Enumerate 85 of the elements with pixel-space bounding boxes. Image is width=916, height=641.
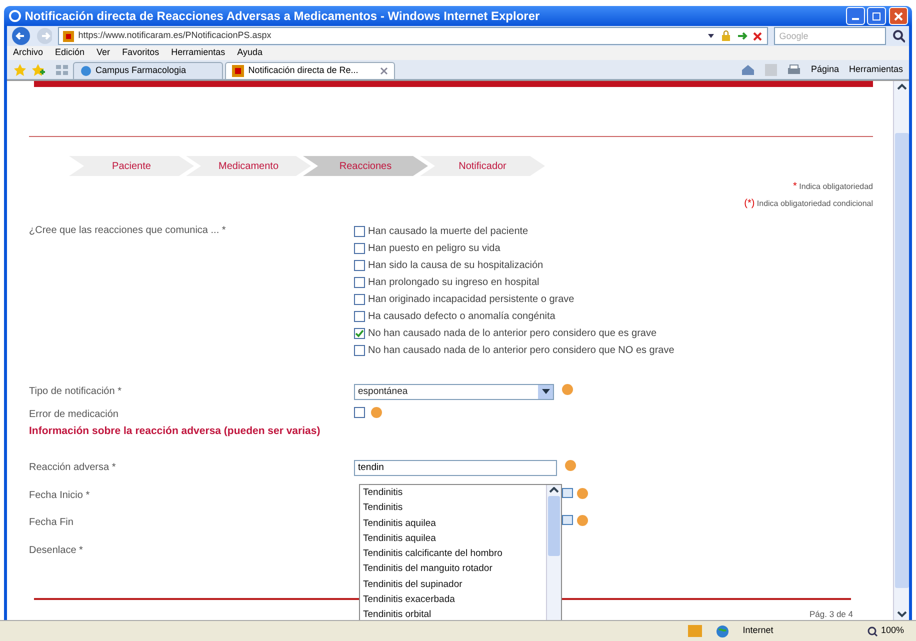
wizard-step[interactable]: Notificador <box>420 156 545 176</box>
scroll-up-icon[interactable] <box>549 487 559 493</box>
maximize-button[interactable] <box>867 7 886 25</box>
suggestion-item[interactable]: Tendinitis <box>360 485 546 500</box>
suggestion-item[interactable]: Tendinitis exacerbada <box>360 592 546 608</box>
command-menu[interactable]: Página <box>810 62 839 76</box>
dropdown-arrow-icon <box>542 389 550 395</box>
back-icon[interactable] <box>11 26 30 46</box>
wizard-step[interactable]: Paciente <box>69 156 194 176</box>
browser-icon <box>8 9 22 23</box>
suggestion-item[interactable]: Tendinitis aquilea <box>360 530 546 546</box>
field-label: Reacción adversa * <box>29 462 116 473</box>
scrollbar-thumb[interactable] <box>548 496 560 556</box>
window-title: Notificación directa de Reacciones Adversas a Medicamentos - Windows Internet Explorer <box>24 8 540 25</box>
option-label: Han prolongado su ingreso en hospital <box>368 276 540 290</box>
menu-item[interactable]: Archivo <box>13 46 44 60</box>
checkbox[interactable] <box>354 294 365 305</box>
minimize-icon <box>852 18 858 20</box>
wizard-step[interactable]: Reacciones <box>303 156 428 176</box>
home-icon[interactable] <box>740 64 755 76</box>
address-field[interactable]: https://www.notificaram.es/PNotificacionPS.aspx <box>58 27 768 45</box>
calendar-icon[interactable] <box>562 488 573 498</box>
suggestion-item[interactable]: Tendinitis del manguito rotador <box>360 561 546 577</box>
scrollbar-thumb[interactable] <box>894 133 908 588</box>
option-label: Ha causado defecto o anomalía congénita <box>368 310 556 324</box>
close-icon <box>894 12 903 20</box>
checkbox[interactable] <box>354 311 365 322</box>
suggestion-item[interactable]: Tendinitis calcificante del hombro <box>360 546 546 562</box>
option-label: No han causado nada de lo anterior pero considero que NO es grave <box>368 344 674 358</box>
reaction-input-field[interactable]: tendin <box>354 460 557 476</box>
browser-icon <box>80 65 92 77</box>
zone-label: Internet <box>742 624 774 638</box>
suggestion-item[interactable]: Tendinitis aquilea <box>360 516 546 531</box>
calendar-icon[interactable] <box>562 514 573 525</box>
globe-icon <box>716 624 729 638</box>
checkbox[interactable] <box>354 243 365 254</box>
legend-note: (*) Indica obligatoriedad condicional <box>743 197 873 211</box>
command-menu[interactable]: Herramientas <box>848 62 903 76</box>
minimize-button[interactable] <box>846 7 864 25</box>
field-label: Tipo de notificación * <box>29 386 122 397</box>
refresh-icon[interactable] <box>736 30 748 42</box>
checkbox[interactable] <box>354 407 365 418</box>
site-icon <box>63 30 74 42</box>
section-heading: Información sobre la reacción adversa (pueden ser varias) <box>29 424 322 439</box>
option-label: Han puesto en peligro su vida <box>368 242 500 256</box>
close-button[interactable] <box>889 7 908 25</box>
checkbox[interactable] <box>354 226 365 237</box>
menu-item[interactable]: Ayuda <box>237 46 262 60</box>
option-label: Han causado la muerte del paciente <box>368 225 528 239</box>
checkbox[interactable] <box>354 328 365 339</box>
checkbox[interactable] <box>354 277 365 288</box>
lock-icon <box>720 30 732 42</box>
select-value: espontánea <box>358 384 408 399</box>
option-label: No han causado nada de lo anterior pero considero que es grave <box>368 327 657 341</box>
print-icon[interactable] <box>786 64 801 76</box>
add-favorite-icon[interactable] <box>31 62 45 76</box>
option-label: Han sido la causa de su hospitalización <box>368 259 544 273</box>
search-icon[interactable] <box>892 29 906 43</box>
menu-item[interactable]: Ver <box>96 46 110 60</box>
field-label: Fecha Fin <box>29 516 74 528</box>
zoom-level[interactable]: 100% <box>880 624 904 638</box>
suggestion-item[interactable]: Tendinitis del supinador <box>360 576 546 592</box>
notification-type-select[interactable]: espontánea <box>354 384 554 400</box>
checkbox[interactable] <box>354 260 365 271</box>
field-label: Desenlace * <box>29 544 83 556</box>
field-label: ¿Cree que las reacciones que comunica ... * <box>29 225 226 236</box>
suggestion-item[interactable]: Tendinitis <box>360 500 546 516</box>
browser-tab[interactable]: Notificación directa de Re... <box>225 62 396 79</box>
browser-tab[interactable]: Campus Farmacologia <box>72 62 222 79</box>
page-number: Pág. 3 de 4 <box>810 608 853 620</box>
wizard-step[interactable]: Medicamento <box>186 156 311 176</box>
stop-icon[interactable] <box>752 30 764 42</box>
option-label: Han originado incapacidad persistente o grave <box>368 293 574 307</box>
checkbox[interactable] <box>354 345 365 356</box>
zoom-icon[interactable] <box>867 626 878 636</box>
field-label: Fecha Inicio * <box>29 490 90 501</box>
suggestion-item[interactable]: Tendinitis orbital <box>360 607 546 620</box>
site-icon <box>232 65 244 77</box>
legend-note: * Indica obligatoriedad <box>792 180 873 194</box>
menu-item[interactable]: Herramientas <box>171 46 226 60</box>
field-label: Error de medicación <box>29 409 118 420</box>
favorites-star-icon[interactable] <box>13 62 27 76</box>
menu-item[interactable]: Favoritos <box>122 46 160 60</box>
menu-item[interactable]: Edición <box>55 46 85 60</box>
maximize-icon <box>872 12 882 20</box>
